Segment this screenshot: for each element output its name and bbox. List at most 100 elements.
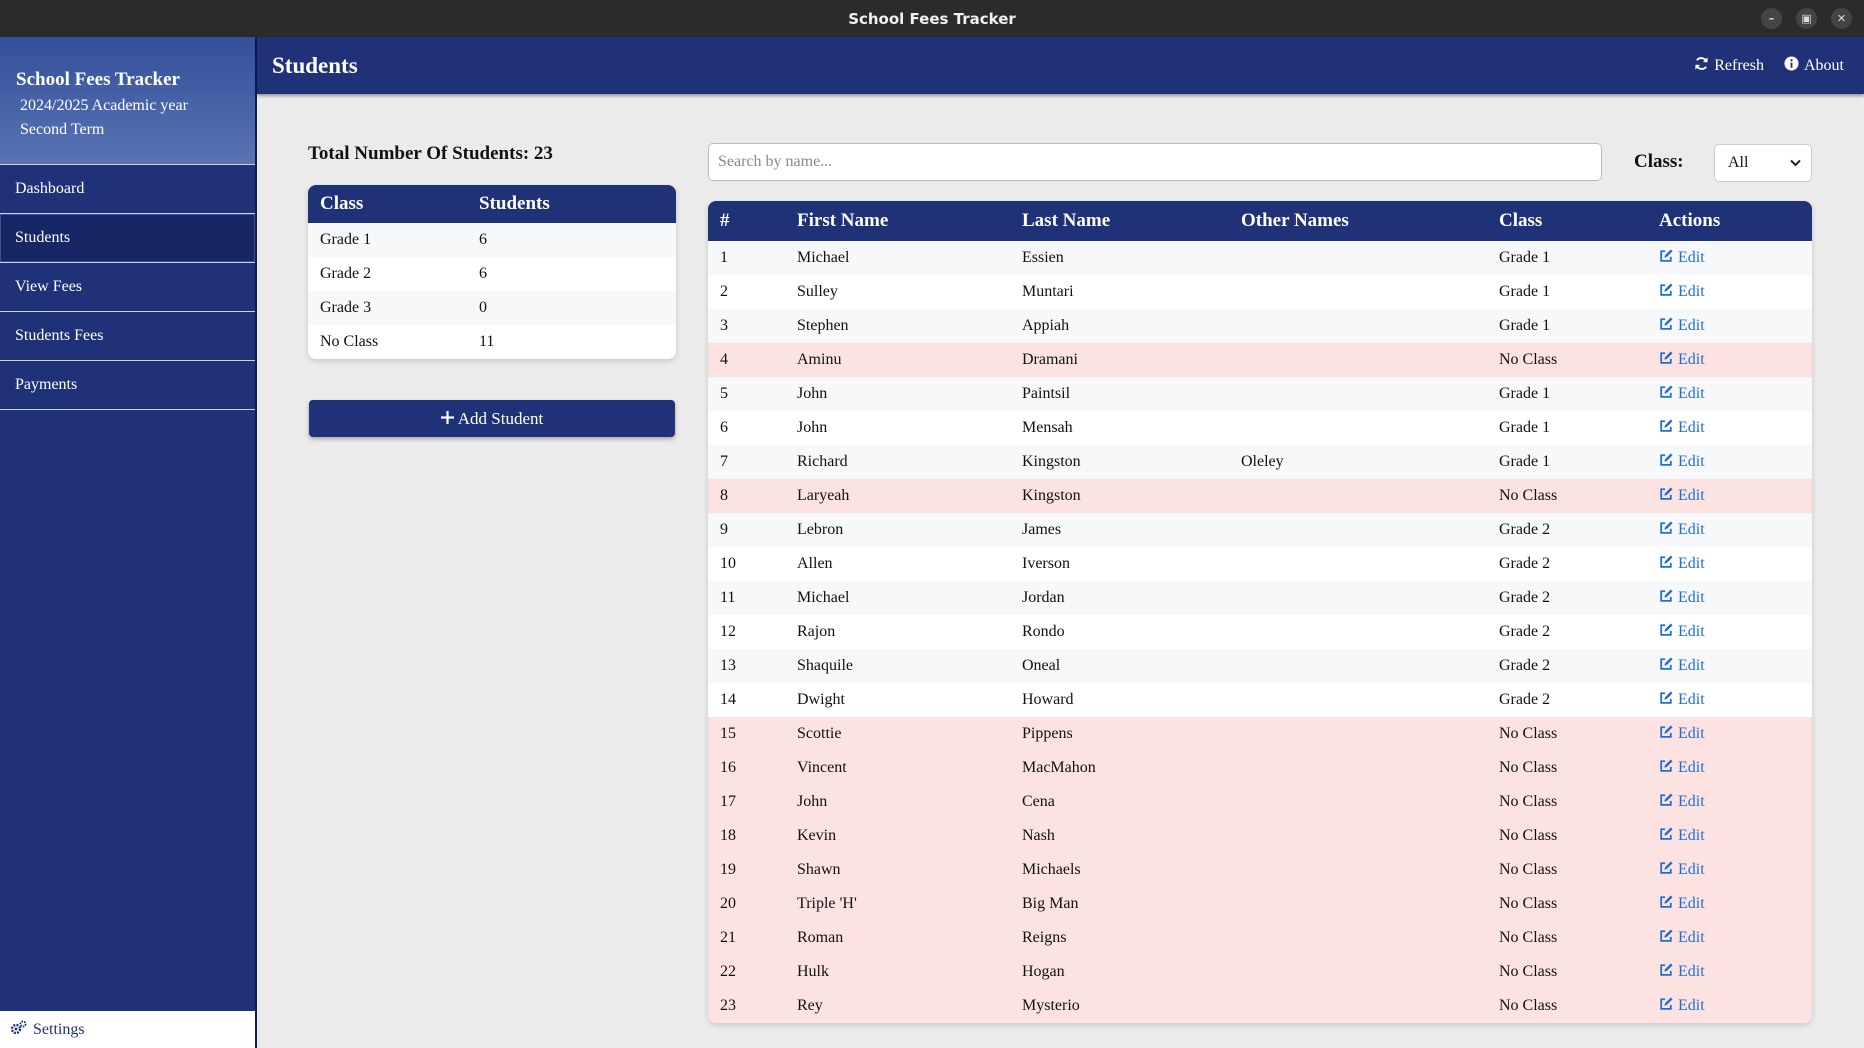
sidebar-item-dashboard[interactable]: Dashboard <box>0 165 255 214</box>
row-number: 17 <box>708 785 785 819</box>
table-row: 16 Vincent MacMahon No Class Edit <box>708 751 1812 785</box>
minimize-icon[interactable]: – <box>1761 8 1782 29</box>
edit-button[interactable]: Edit <box>1659 350 1705 370</box>
edit-button[interactable]: Edit <box>1659 724 1705 744</box>
add-student-button[interactable]: Add Student <box>309 400 675 437</box>
edit-button[interactable]: Edit <box>1659 554 1705 574</box>
edit-button[interactable]: Edit <box>1659 486 1705 506</box>
window-titlebar: School Fees Tracker – ▣ ✕ <box>0 0 1864 37</box>
col-number: # <box>708 201 785 241</box>
edit-button[interactable]: Edit <box>1659 316 1705 336</box>
edit-button[interactable]: Edit <box>1659 962 1705 982</box>
maximize-icon[interactable]: ▣ <box>1796 8 1817 29</box>
other-names-cell <box>1229 649 1487 683</box>
sidebar-item-payments[interactable]: Payments <box>0 361 255 410</box>
close-icon[interactable]: ✕ <box>1831 8 1852 29</box>
students-table: # First Name Last Name Other Names Class… <box>708 201 1812 1023</box>
about-button[interactable]: About <box>1784 55 1844 76</box>
col-class: Class <box>1487 201 1647 241</box>
edit-label: Edit <box>1678 487 1705 504</box>
edit-label: Edit <box>1678 453 1705 470</box>
sidebar-item-students[interactable]: Students <box>0 214 255 263</box>
row-number: 11 <box>708 581 785 615</box>
first-name-cell: Aminu <box>785 343 1010 377</box>
class-filter-select[interactable]: All <box>1714 144 1812 182</box>
edit-button[interactable]: Edit <box>1659 656 1705 676</box>
edit-button[interactable]: Edit <box>1659 384 1705 404</box>
actions-cell: Edit <box>1647 717 1812 751</box>
class-cell: Grade 2 <box>1499 555 1551 572</box>
edit-button[interactable]: Edit <box>1659 826 1705 846</box>
summary-count-cell: 0 <box>479 291 676 325</box>
edit-button[interactable]: Edit <box>1659 452 1705 472</box>
search-input[interactable] <box>708 143 1602 181</box>
other-names-cell <box>1229 377 1487 411</box>
other-names-cell <box>1229 513 1487 547</box>
row-number: 3 <box>708 309 785 343</box>
last-name-cell: Paintsil <box>1010 377 1229 411</box>
last-name-cell: Essien <box>1010 241 1229 275</box>
edit-button[interactable]: Edit <box>1659 418 1705 438</box>
class-cell: No Class <box>1487 479 1647 513</box>
class-cell: No Class <box>1487 819 1647 853</box>
edit-label: Edit <box>1678 521 1705 538</box>
first-name-cell: John <box>785 377 1010 411</box>
row-number: 19 <box>708 853 785 887</box>
row-number: 15 <box>708 717 785 751</box>
edit-icon <box>1659 656 1673 676</box>
class-cell: Grade 1 <box>1487 241 1647 275</box>
edit-button[interactable]: Edit <box>1659 928 1705 948</box>
col-last-name: Last Name <box>1010 201 1229 241</box>
sidebar: School Fees Tracker 2024/2025 Academic y… <box>0 37 257 1048</box>
edit-label: Edit <box>1678 283 1705 300</box>
edit-button[interactable]: Edit <box>1659 248 1705 268</box>
refresh-label: Refresh <box>1714 56 1764 74</box>
row-number: 16 <box>708 751 785 785</box>
edit-icon <box>1659 724 1673 744</box>
other-names-cell <box>1229 887 1487 921</box>
refresh-button[interactable]: Refresh <box>1694 56 1764 76</box>
edit-button[interactable]: Edit <box>1659 520 1705 540</box>
edit-button[interactable]: Edit <box>1659 588 1705 608</box>
sidebar-item-view-fees[interactable]: View Fees <box>0 263 255 312</box>
last-name-cell: Big Man <box>1010 887 1229 921</box>
actions-cell: Edit <box>1647 785 1812 819</box>
edit-button[interactable]: Edit <box>1659 758 1705 778</box>
col-actions: Actions <box>1647 201 1812 241</box>
info-icon <box>1784 55 1799 76</box>
other-names-cell <box>1229 241 1487 275</box>
class-cell: Grade 1 <box>1487 445 1647 479</box>
edit-button[interactable]: Edit <box>1659 860 1705 880</box>
first-name-cell: John <box>785 785 1010 819</box>
other-names-cell <box>1229 411 1487 445</box>
edit-button[interactable]: Edit <box>1659 894 1705 914</box>
class-cell: No Class <box>1487 921 1647 955</box>
other-names-cell <box>1229 751 1487 785</box>
first-name-cell: Shaquile <box>785 649 1010 683</box>
header-actions: Refresh About <box>1694 37 1844 94</box>
actions-cell: Edit <box>1647 853 1812 887</box>
table-row: 11 Michael Jordan Grade 2 Edit <box>708 581 1812 615</box>
edit-icon <box>1659 860 1673 880</box>
other-names-cell <box>1229 853 1487 887</box>
settings-button[interactable]: Settings <box>0 1011 255 1048</box>
class-cell: Grade 2 <box>1499 623 1551 640</box>
class-cell: Grade 2 <box>1499 691 1551 708</box>
edit-button[interactable]: Edit <box>1659 996 1705 1016</box>
edit-button[interactable]: Edit <box>1659 690 1705 710</box>
last-name-cell: Cena <box>1010 785 1229 819</box>
sidebar-item-students-fees[interactable]: Students Fees <box>0 312 255 361</box>
actions-cell: Edit <box>1647 751 1812 785</box>
last-name-cell: Rondo <box>1022 623 1065 640</box>
row-number: 23 <box>708 989 785 1023</box>
page-title: Students <box>272 52 358 78</box>
sidebar-header: School Fees Tracker 2024/2025 Academic y… <box>0 37 255 165</box>
edit-button[interactable]: Edit <box>1659 282 1705 302</box>
other-names-cell <box>1229 717 1487 751</box>
table-row: 13 Shaquile Oneal Grade 2 Edit <box>708 649 1812 683</box>
actions-cell: Edit <box>1647 615 1812 649</box>
page-header: Students Refresh About <box>257 37 1864 94</box>
edit-button[interactable]: Edit <box>1659 792 1705 812</box>
edit-button[interactable]: Edit <box>1659 622 1705 642</box>
students-header-row: # First Name Last Name Other Names Class… <box>708 201 1812 241</box>
